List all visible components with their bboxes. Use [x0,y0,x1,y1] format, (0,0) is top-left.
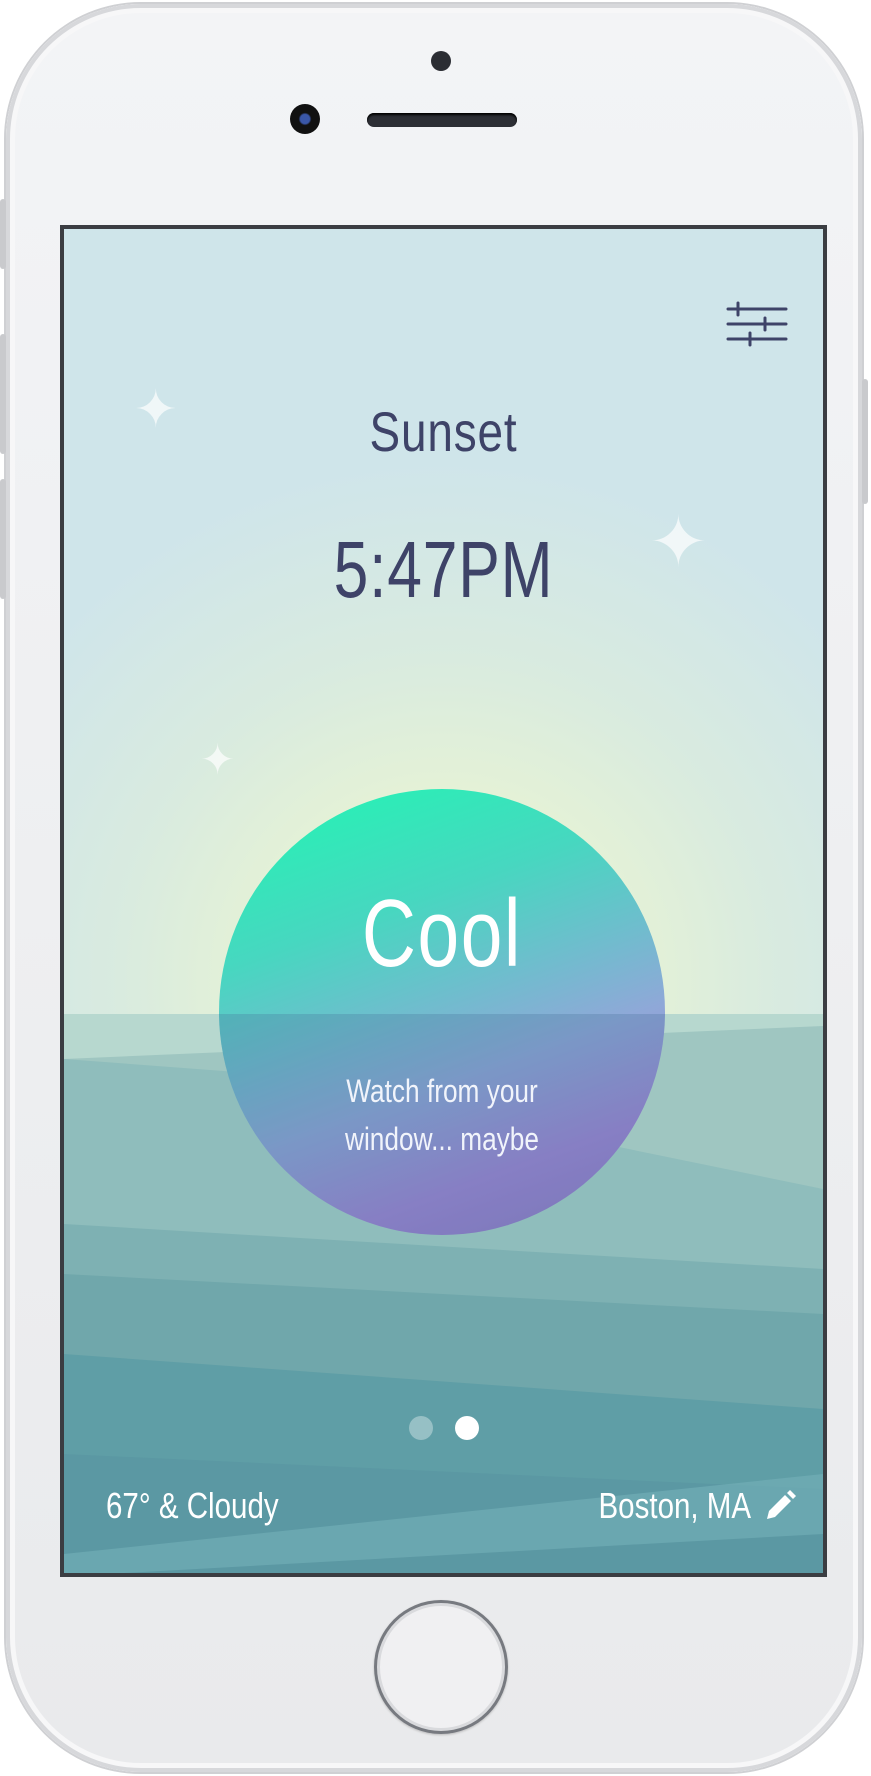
power-button [862,379,868,504]
mute-switch [0,199,6,269]
pencil-icon[interactable] [763,1489,797,1523]
sliders-icon [726,301,788,347]
phone-frame: ✦ ✦ ✦ Sunset 5:47PM Cool Watch from your… [0,4,868,1772]
volume-up-button [0,334,6,454]
app-screen: ✦ ✦ ✦ Sunset 5:47PM Cool Watch from your… [60,225,827,1577]
location-button[interactable]: Boston, MA [565,1485,797,1527]
volume-down-button [0,479,6,599]
earpiece-speaker [367,113,517,127]
settings-button[interactable] [726,300,788,348]
home-button[interactable] [374,1600,508,1734]
page-indicator [64,1416,823,1440]
event-time: 5:47PM [333,525,554,614]
front-camera [290,104,320,134]
rating-circle[interactable]: Cool Watch from your window... maybe [219,789,665,1235]
proximity-sensor [431,51,451,71]
rating-message: Watch from your window... maybe [345,1073,539,1157]
page-dot[interactable] [408,1416,433,1440]
location-label: Boston, MA [598,1485,751,1526]
event-title: Sunset [369,400,518,463]
rating-label: Cool [361,880,523,987]
page-dot-active[interactable] [454,1416,479,1440]
weather-summary: 67° & Cloudy [106,1485,279,1526]
sparkle-icon: ✦ [200,735,236,784]
